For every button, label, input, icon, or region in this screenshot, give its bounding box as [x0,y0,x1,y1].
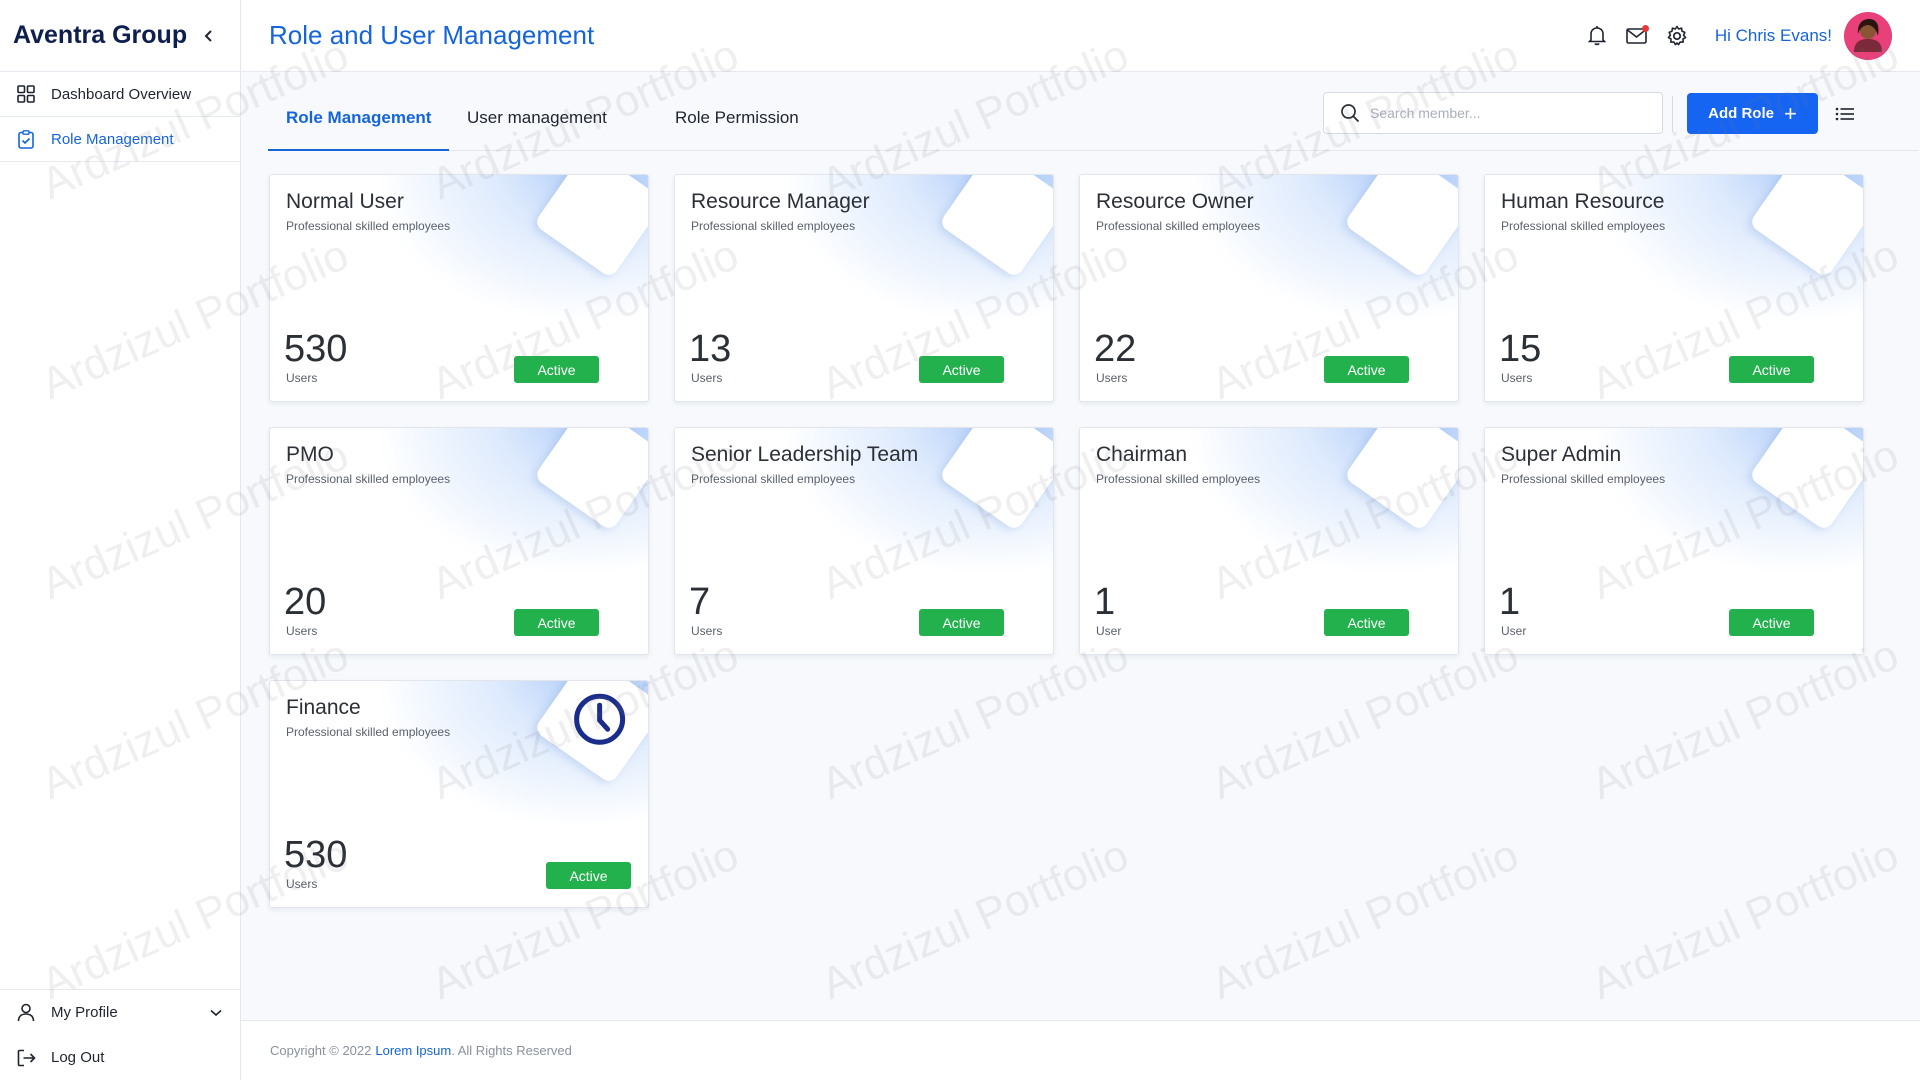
tab-role-management[interactable]: Role Management [268,106,450,151]
sidebar-item-role-management[interactable]: Role Management [0,117,240,162]
user-count: 15 [1499,328,1542,370]
status-badge: Active [1324,356,1409,383]
sidebar: Aventra Group Dashboard Overview Role Ma… [0,0,241,1080]
user-count: 530 [284,328,348,370]
role-title: PMO [286,443,334,466]
logout-icon [16,1048,36,1068]
user-unit: Users [691,624,723,638]
role-title: Resource Owner [1096,190,1254,213]
sidebar-bottom: My Profile Log Out [0,989,240,1080]
role-subtitle: Professional skilled employees [691,472,856,486]
search-input[interactable] [1370,105,1640,121]
clipboard-check-icon [16,129,36,149]
sidebar-item-label: Role Management [51,130,174,148]
role-card-normal-user[interactable]: Normal User Professional skilled employe… [269,174,649,402]
user-unit: User [1501,624,1527,638]
sidebar-item-label: My Profile [51,1004,118,1021]
status-badge: Active [546,862,631,889]
footer-link[interactable]: Lorem Ipsum [375,1043,451,1058]
role-title: Normal User [286,190,404,213]
footer: Copyright © 2022 Lorem Ipsum . All Right… [241,1020,1920,1080]
user-unit: Users [286,371,318,385]
role-subtitle: Professional skilled employees [286,725,451,739]
status-badge: Active [1729,356,1814,383]
role-title: Resource Manager [691,190,870,213]
role-title: Chairman [1096,443,1188,466]
status-badge: Active [1729,609,1814,636]
status-badge: Active [919,609,1004,636]
tab-user-management[interactable]: User management [449,106,625,151]
role-title: Finance [286,696,361,719]
add-role-button[interactable]: Add Role + [1687,93,1818,134]
role-card-resource-manager[interactable]: Resource Manager Professional skilled em… [674,174,1054,402]
sidebar-item-dashboard-overview[interactable]: Dashboard Overview [0,72,240,117]
role-card-pmo[interactable]: PMO Professional skilled employees 20 Us… [269,427,649,655]
copyright-text: Copyright © 2022 [270,1043,372,1058]
role-title: Senior Leadership Team [691,443,919,466]
top-header: Role and User Management Hi Chris Evans! [241,0,1920,72]
collapse-sidebar-button[interactable] [198,25,220,47]
search-box [1323,92,1663,134]
status-badge: Active [514,356,599,383]
grid-icon [16,84,36,104]
status-badge: Active [514,609,599,636]
status-badge: Active [1324,609,1409,636]
notification-dot [1641,24,1649,32]
role-subtitle: Professional skilled employees [286,219,451,233]
plus-icon: + [1783,100,1797,126]
brand-name: Aventra Group [13,21,188,49]
sidebar-item-label: Dashboard Overview [51,85,192,103]
user-icon [16,1003,36,1023]
clock-icon [573,692,627,746]
role-card-super-admin[interactable]: Super Admin Professional skilled employe… [1484,427,1864,655]
role-subtitle: Professional skilled employees [1096,472,1261,486]
user-unit: Users [286,624,318,638]
user-count: 22 [1094,328,1137,370]
role-card-finance[interactable]: Finance Professional skilled employees 5… [269,680,649,908]
role-title: Super Admin [1501,443,1622,466]
user-count: 13 [689,328,732,370]
toolbar-divider [1672,96,1673,132]
sidebar-item-label: Log Out [51,1049,105,1066]
role-subtitle: Professional skilled employees [691,219,856,233]
gear-icon[interactable] [1665,24,1689,48]
bell-icon[interactable] [1585,24,1609,48]
chevron-down-icon[interactable] [210,1009,222,1017]
page-title: Role and User Management [269,20,595,50]
user-greeting: Hi Chris Evans! [1714,25,1832,45]
role-card-human-resource[interactable]: Human Resource Professional skilled empl… [1484,174,1864,402]
user-unit: Users [286,877,318,891]
tab-role-permission[interactable]: Role Permission [657,106,817,151]
sidebar-item-log-out[interactable]: Log Out [0,1035,240,1080]
rights-text: . All Rights Reserved [451,1043,572,1058]
chevron-left-icon [204,29,212,42]
role-subtitle: Professional skilled employees [1501,219,1666,233]
user-unit: User [1096,624,1122,638]
role-subtitle: Professional skilled employees [1096,219,1261,233]
user-count: 20 [284,581,327,623]
user-count: 1 [1094,581,1116,623]
role-title: Human Resource [1501,190,1665,213]
user-unit: Users [691,371,723,385]
user-count: 7 [689,581,711,623]
brand-header: Aventra Group [0,0,240,72]
list-view-icon[interactable] [1830,99,1860,129]
avatar[interactable] [1844,11,1892,60]
role-card-chairman[interactable]: Chairman Professional skilled employees … [1079,427,1459,655]
role-subtitle: Professional skilled employees [1501,472,1666,486]
user-unit: Users [1096,371,1128,385]
role-subtitle: Professional skilled employees [286,472,451,486]
user-count: 530 [284,834,348,876]
role-card-resource-owner[interactable]: Resource Owner Professional skilled empl… [1079,174,1459,402]
user-count: 1 [1499,581,1521,623]
tab-bar: Role Management User management Role Per… [268,88,1918,151]
add-role-label: Add Role [1708,105,1774,122]
search-icon [1341,104,1360,123]
mail-icon[interactable] [1625,24,1649,48]
role-card-senior-leadership-team[interactable]: Senior Leadership Team Professional skil… [674,427,1054,655]
user-unit: Users [1501,371,1533,385]
status-badge: Active [919,356,1004,383]
sidebar-item-my-profile[interactable]: My Profile [0,990,240,1035]
header-actions: Hi Chris Evans! [1569,11,1892,60]
